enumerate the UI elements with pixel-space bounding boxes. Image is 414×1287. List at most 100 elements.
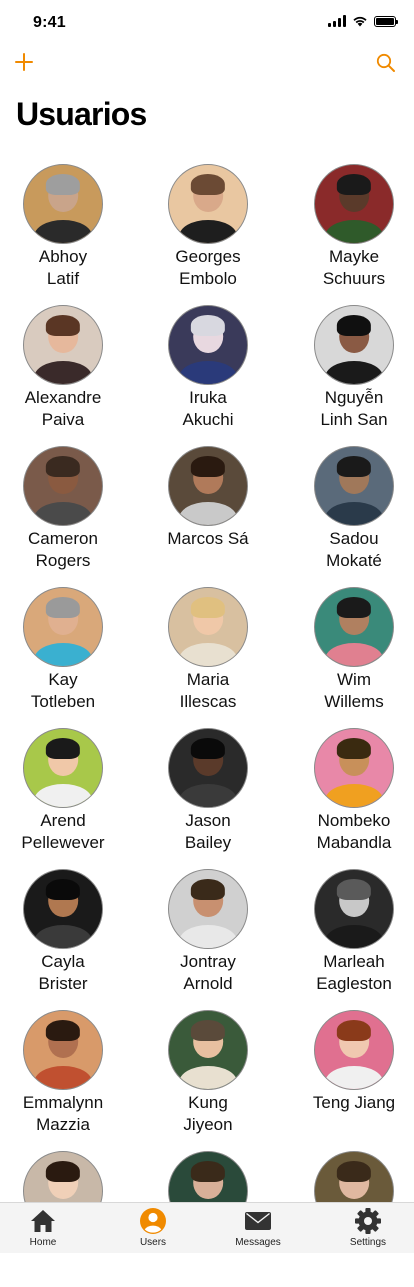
- page-title: Usuarios: [16, 96, 147, 132]
- tab-home[interactable]: Home: [0, 1207, 88, 1248]
- avatar: [168, 305, 248, 385]
- user-first-name: Kung: [188, 1093, 228, 1112]
- user-first-name: Sadou: [329, 529, 379, 548]
- user-last-name: Paiva: [41, 410, 85, 429]
- battery-icon: [374, 15, 398, 27]
- user-last-name: Schuurs: [322, 269, 386, 288]
- avatar: [168, 869, 248, 949]
- user-card[interactable]: Sadou Mokaté: [285, 446, 414, 582]
- user-last-name: Eagleston: [316, 974, 392, 993]
- user-last-name: Akuchi: [182, 410, 234, 429]
- tab-label-settings: Settings: [349, 1237, 387, 1248]
- user-last-name: Brister: [38, 974, 88, 993]
- user-first-name: Abhoy: [38, 247, 88, 266]
- tab-messages[interactable]: Messages: [213, 1207, 303, 1248]
- user-first-name: Jontray: [180, 952, 236, 971]
- tab-label-users: Users: [139, 1237, 167, 1248]
- user-first-name: Iruka: [189, 388, 227, 407]
- avatar: [168, 1010, 248, 1090]
- user-first-name: Wim: [337, 670, 371, 689]
- user-card[interactable]: Jason Bailey: [139, 728, 277, 864]
- user-card[interactable]: Teng Jiang: [285, 1010, 414, 1146]
- avatar: [23, 446, 103, 526]
- user-last-name: Arnold: [183, 974, 233, 993]
- search-icon[interactable]: [375, 52, 397, 74]
- tab-users[interactable]: Users: [108, 1207, 198, 1248]
- user-first-name: Nguyễn: [324, 388, 384, 407]
- user-first-name: Jason: [185, 811, 231, 830]
- user-card[interactable]: Alexandre Paiva: [0, 305, 132, 441]
- status-icons: [328, 15, 398, 27]
- user-card[interactable]: Cayla Brister: [0, 869, 132, 1005]
- user-card[interactable]: Abhoy Latif: [0, 164, 132, 300]
- envelope-icon: [245, 1212, 271, 1230]
- user-card[interactable]: Jontray Arnold: [139, 869, 277, 1005]
- user-card[interactable]: Nguyễn Linh San: [285, 305, 414, 441]
- avatar: [314, 305, 394, 385]
- user-first-name: Nombeko: [317, 811, 391, 830]
- user-first-name: Teng Jiang: [312, 1093, 396, 1112]
- user-last-name: Bailey: [184, 833, 232, 852]
- user-card[interactable]: Maria Illescas: [139, 587, 277, 723]
- avatar: [23, 587, 103, 667]
- user-card[interactable]: Marcos Sá: [139, 446, 277, 582]
- avatar: [314, 1010, 394, 1090]
- avatar: [23, 164, 103, 244]
- user-card[interactable]: Marleah Eagleston: [285, 869, 414, 1005]
- user-first-name: Alexandre: [24, 388, 102, 407]
- tab-settings[interactable]: Settings: [323, 1207, 413, 1248]
- user-last-name: Embolo: [179, 269, 237, 288]
- avatar: [23, 305, 103, 385]
- gear-icon: [355, 1208, 381, 1234]
- avatar: [168, 587, 248, 667]
- user-last-name: Linh San: [320, 410, 388, 429]
- wifi-icon: [353, 16, 367, 27]
- user-last-name: Mabandla: [316, 833, 392, 852]
- avatar: [168, 728, 248, 808]
- avatar: [314, 869, 394, 949]
- user-circle-icon: [140, 1208, 166, 1234]
- tab-label-messages: Messages: [235, 1237, 281, 1248]
- avatar: [314, 587, 394, 667]
- user-first-name: Georges: [175, 247, 241, 266]
- status-bar: 9:41: [0, 0, 414, 44]
- user-last-name: Latif: [46, 269, 80, 288]
- avatar: [23, 728, 103, 808]
- status-time: 9:41: [33, 14, 66, 31]
- user-last-name: Willems: [324, 692, 384, 711]
- user-first-name: Maria: [186, 670, 230, 689]
- avatar: [23, 869, 103, 949]
- user-card[interactable]: Emmalynn Mazzia: [0, 1010, 132, 1146]
- user-first-name: Marleah: [323, 952, 385, 971]
- user-last-name: Rogers: [35, 551, 91, 570]
- user-first-name: Mayke: [328, 247, 380, 266]
- user-last-name: Pellewever: [21, 833, 105, 852]
- user-card[interactable]: Kung Jiyeon: [139, 1010, 277, 1146]
- avatar: [23, 1010, 103, 1090]
- user-card[interactable]: Georges Embolo: [139, 164, 277, 300]
- user-first-name: Kay: [48, 670, 78, 689]
- user-first-name: Cameron: [28, 529, 98, 548]
- user-card[interactable]: Mayke Schuurs: [285, 164, 414, 300]
- user-last-name: Totleben: [30, 692, 96, 711]
- cellular-signal-icon: [328, 15, 346, 27]
- house-icon: [31, 1210, 55, 1232]
- user-last-name: Mazzia: [36, 1115, 90, 1134]
- user-first-name: Arend: [40, 811, 86, 830]
- user-card[interactable]: Arend Pellewever: [0, 728, 132, 864]
- avatar: [314, 164, 394, 244]
- user-last-name: Jiyeon: [183, 1115, 233, 1134]
- user-last-name: Mokaté: [326, 551, 382, 570]
- avatar: [314, 446, 394, 526]
- user-card[interactable]: Cameron Rogers: [0, 446, 132, 582]
- user-card[interactable]: Nombeko Mabandla: [285, 728, 414, 864]
- user-first-name: Emmalynn: [22, 1093, 104, 1112]
- plus-icon[interactable]: [13, 51, 35, 73]
- user-card[interactable]: Iruka Akuchi: [139, 305, 277, 441]
- user-card[interactable]: Kay Totleben: [0, 587, 132, 723]
- user-card[interactable]: Wim Willems: [285, 587, 414, 723]
- tab-bar: Home Users Messages Settings: [0, 1202, 414, 1253]
- avatar: [314, 728, 394, 808]
- user-first-name: Marcos Sá: [167, 529, 249, 548]
- avatar: [168, 446, 248, 526]
